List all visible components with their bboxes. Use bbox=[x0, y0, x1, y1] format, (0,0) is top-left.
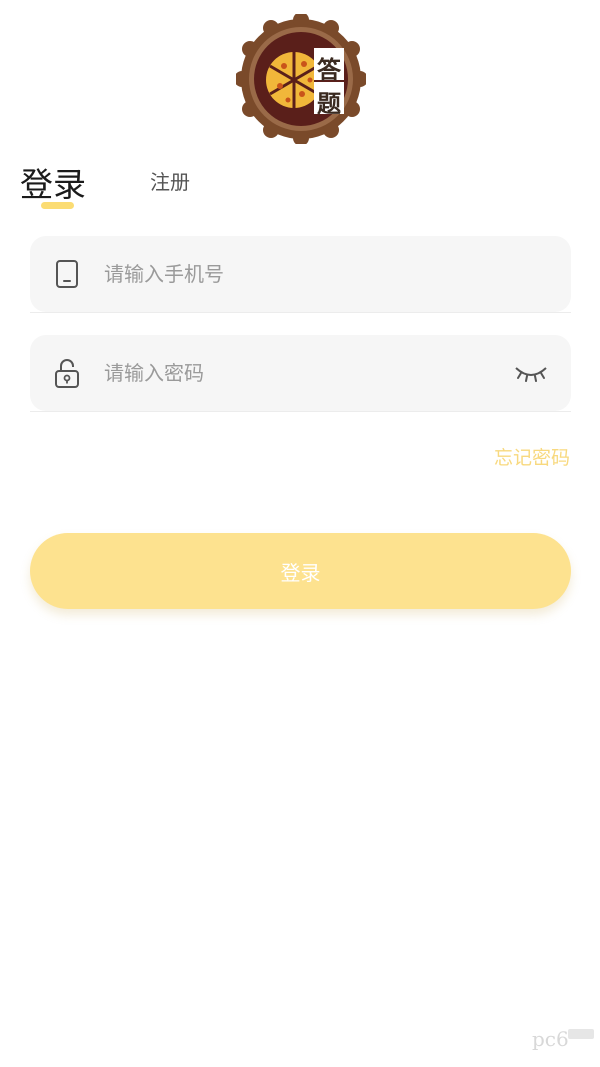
tab-login[interactable]: 登录 bbox=[20, 158, 86, 206]
phone-input[interactable] bbox=[104, 236, 571, 312]
password-field bbox=[30, 335, 571, 411]
pizza-badge-icon bbox=[234, 12, 368, 146]
password-divider bbox=[30, 411, 571, 412]
phone-field bbox=[30, 236, 571, 312]
tab-register[interactable]: 注册 bbox=[150, 166, 190, 195]
active-tab-indicator bbox=[41, 202, 74, 209]
watermark-logo: pc6 bbox=[530, 1025, 596, 1055]
lock-icon bbox=[52, 358, 82, 388]
logo-text-top: 答 bbox=[317, 56, 341, 84]
logo-text-bottom: 题 bbox=[317, 90, 341, 118]
phone-divider bbox=[30, 312, 571, 313]
app-logo: 答 题 bbox=[234, 12, 368, 146]
password-input[interactable] bbox=[104, 335, 511, 411]
eye-closed-icon[interactable] bbox=[511, 358, 551, 388]
phone-icon bbox=[52, 259, 82, 289]
forgot-password-link[interactable]: 忘记密码 bbox=[494, 443, 570, 470]
login-page: 答 题 登录 注册 请输入手机号 忘记密码 登录 pc6 bbox=[0, 0, 600, 1067]
login-button[interactable]: 登录 bbox=[30, 533, 571, 609]
watermark-text: pc6 bbox=[532, 1027, 569, 1051]
